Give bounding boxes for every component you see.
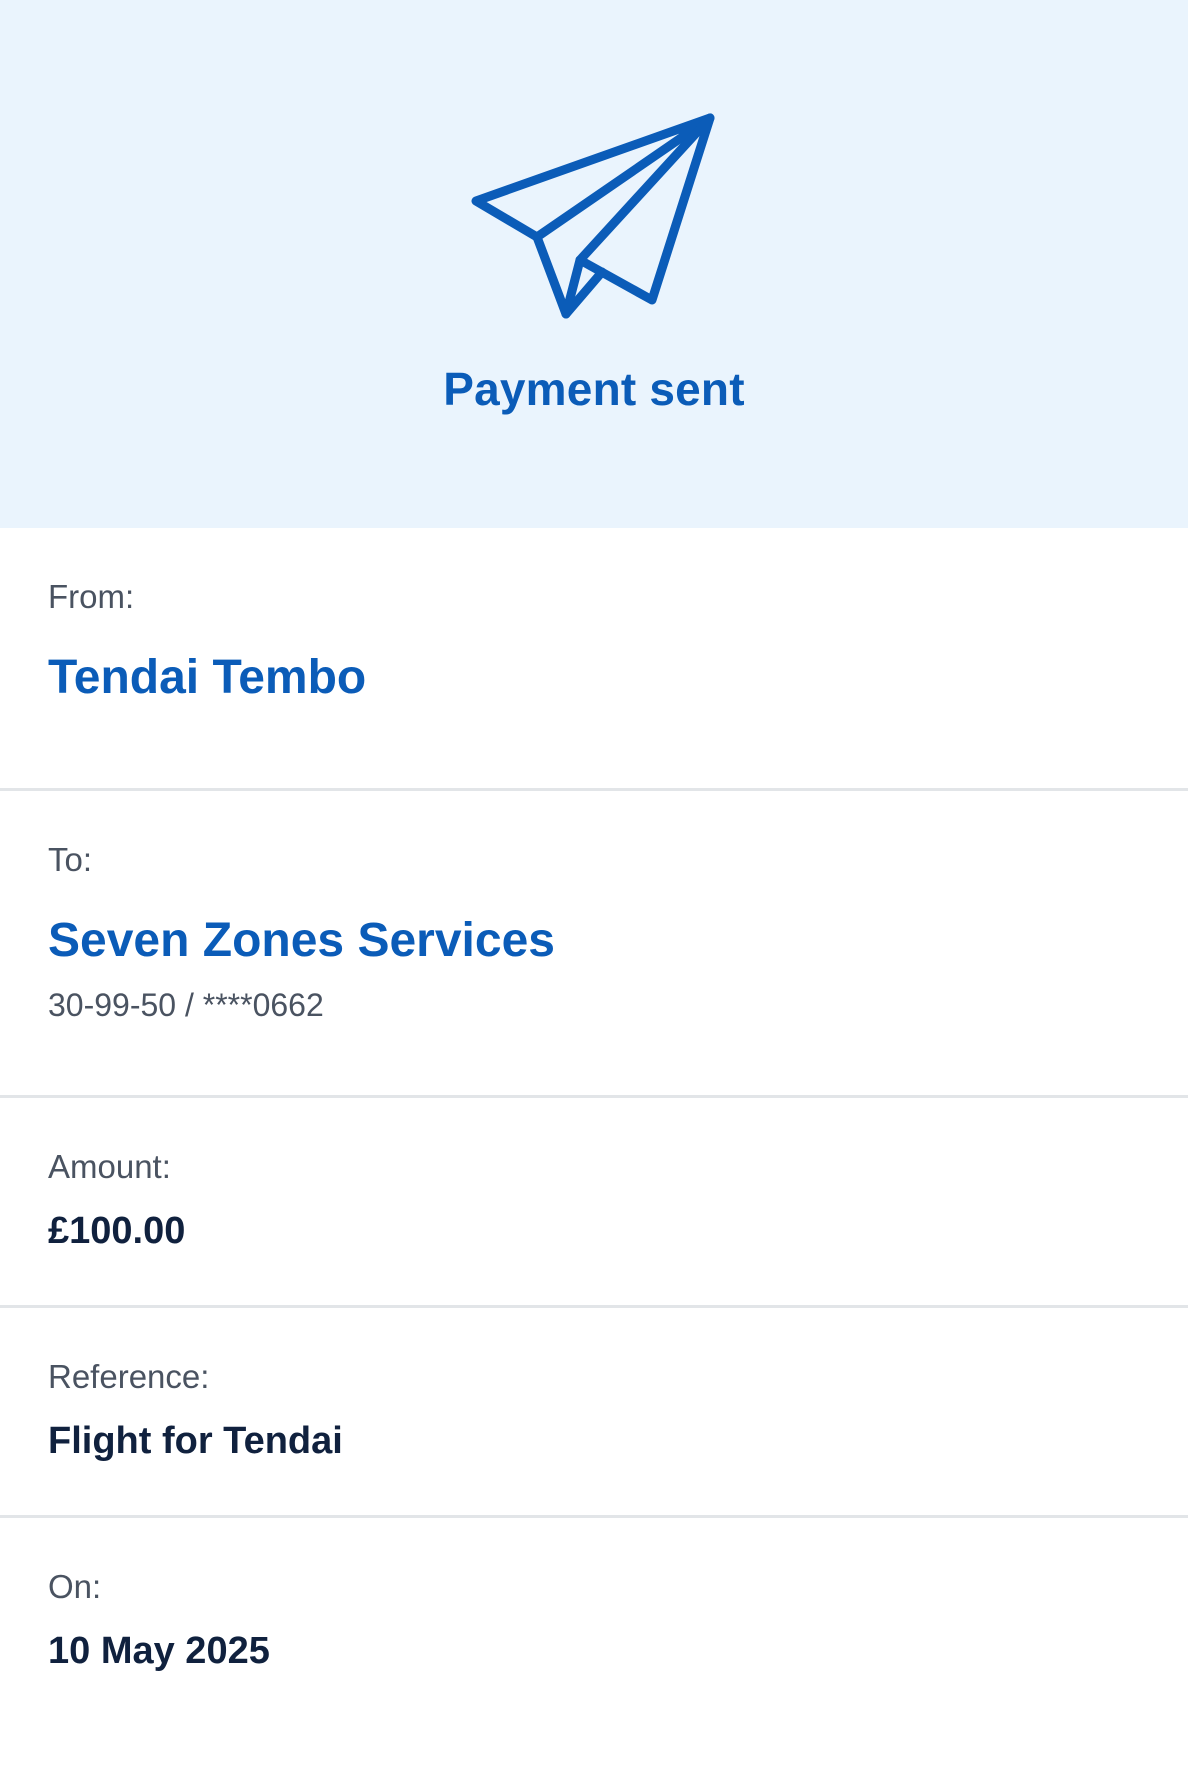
from-label: From: <box>48 578 135 615</box>
date-label: On: <box>48 1568 102 1605</box>
reference-label: Reference: <box>48 1358 210 1395</box>
amount-value: £100.00 <box>48 1210 186 1252</box>
payee-account: 30-99-50 / ****0662 <box>48 987 324 1023</box>
to-label: To: <box>48 841 93 878</box>
amount-row: Amount: £100.00 <box>0 1098 1188 1308</box>
payment-sent-title: Payment sent <box>443 363 745 415</box>
confirmation-header: Payment sent <box>0 0 1188 528</box>
payee-name: Seven Zones Services <box>48 914 555 967</box>
reference-row: Reference: Flight for Tendai <box>0 1308 1188 1518</box>
payment-details: From: Tendai Tembo To: Seven Zones Servi… <box>0 528 1188 1771</box>
amount-label: Amount: <box>48 1148 171 1185</box>
payment-confirmation-screen: Payment sent From: Tendai Tembo To: Seve… <box>0 0 1188 1771</box>
from-name: Tendai Tembo <box>48 651 367 704</box>
paper-plane-icon <box>460 100 730 340</box>
from-row: From: Tendai Tembo <box>0 528 1188 791</box>
date-row: On: 10 May 2025 <box>0 1518 1188 1771</box>
date-value: 10 May 2025 <box>48 1630 270 1672</box>
to-row: To: Seven Zones Services 30-99-50 / ****… <box>0 791 1188 1098</box>
reference-value: Flight for Tendai <box>48 1420 343 1462</box>
